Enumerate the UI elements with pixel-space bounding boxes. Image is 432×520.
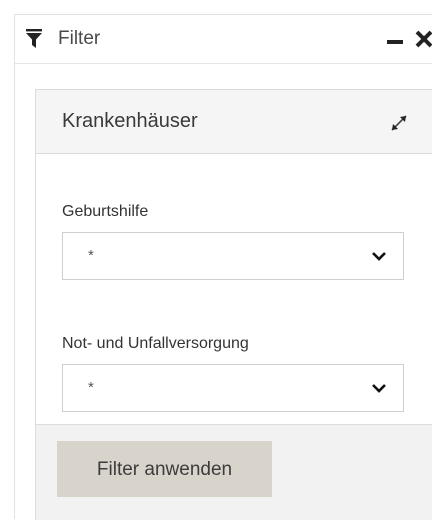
select-value: * bbox=[88, 379, 94, 396]
funnel-icon bbox=[26, 29, 42, 48]
geburtshilfe-select[interactable]: * bbox=[62, 232, 404, 280]
field-label-geburtshilfe: Geburtshilfe bbox=[62, 203, 149, 220]
panel-title: Filter bbox=[58, 28, 101, 49]
filter-panel: Filter Krankenhäuser Geburtshilfe * Not-… bbox=[14, 14, 432, 520]
close-icon[interactable] bbox=[414, 29, 432, 49]
apply-filter-button[interactable]: Filter anwenden bbox=[57, 441, 272, 497]
chevron-down-icon bbox=[372, 384, 386, 393]
hospital-filter-card: Krankenhäuser Geburtshilfe * Not- und Un… bbox=[35, 89, 432, 520]
notfallversorgung-select[interactable]: * bbox=[62, 364, 404, 412]
panel-titlebar: Filter bbox=[15, 15, 432, 64]
card-header: Krankenhäuser bbox=[36, 90, 432, 154]
expand-icon[interactable] bbox=[388, 112, 410, 134]
card-footer: Filter anwenden bbox=[36, 424, 432, 520]
field-label-notfallversorgung: Not- und Unfallversorgung bbox=[62, 335, 249, 352]
card-title: Krankenhäuser bbox=[62, 110, 198, 132]
minimize-icon[interactable] bbox=[385, 31, 407, 47]
chevron-down-icon bbox=[372, 252, 386, 261]
select-value: * bbox=[88, 247, 94, 264]
